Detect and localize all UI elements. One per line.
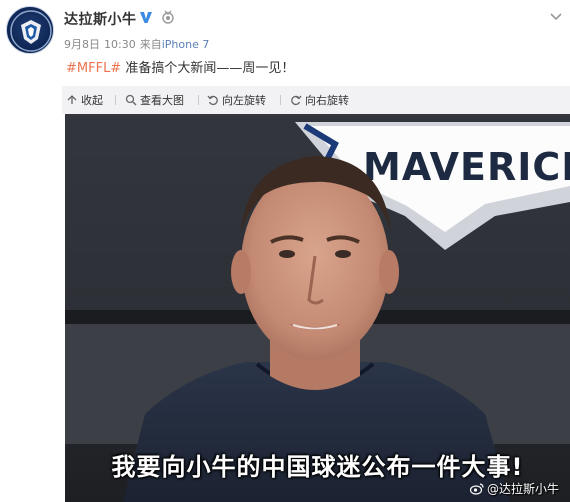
- verified-v-icon: [138, 9, 154, 25]
- post-time[interactable]: 10:30: [104, 38, 136, 51]
- background-logo-text: MAVERICKS: [363, 145, 570, 189]
- toolbar-divider: [198, 95, 199, 105]
- post-body: 准备搞个大新闻——周一见！: [125, 61, 295, 76]
- svg-text:MAVERICKS: MAVERICKS: [363, 145, 570, 189]
- chevron-down-icon[interactable]: [548, 8, 564, 24]
- post-date[interactable]: 9月8日: [64, 38, 100, 51]
- video-subtitle: 我要向小牛的中国球迷公布一件大事!: [111, 453, 524, 481]
- source-link[interactable]: iPhone 7: [162, 38, 210, 51]
- rotate-left-label: 向左旋转: [222, 94, 266, 107]
- mavericks-logo-icon: [10, 10, 52, 52]
- collapse-icon: [67, 95, 77, 104]
- rotate-right-label: 向右旋转: [305, 94, 349, 107]
- magnifier-icon: [125, 94, 137, 106]
- weibo-watermark: @达拉斯小牛: [470, 480, 559, 497]
- photo-scene: MAVERICKS: [65, 114, 570, 502]
- source-prefix: 来自: [139, 38, 162, 51]
- toolbar-divider: [280, 95, 281, 105]
- toolbar-divider: [115, 95, 116, 105]
- media-toolbar: 收起 查看大图 向左旋转 向右旋转: [62, 86, 570, 114]
- watermark-text: @达拉斯小牛: [487, 482, 560, 496]
- collapse-label: 收起: [81, 94, 103, 107]
- post-meta: 9月8日 10:30 来自iPhone 7: [64, 36, 209, 52]
- rotate-left-button[interactable]: 向左旋转: [207, 92, 266, 108]
- weibo-logo-icon: [470, 482, 484, 495]
- rotate-left-icon: [207, 95, 218, 106]
- view-large-label: 查看大图: [140, 94, 184, 107]
- collapse-button[interactable]: 收起: [66, 92, 103, 108]
- avatar[interactable]: [6, 6, 54, 54]
- post-text: #MFFL# 准备搞个大新闻——周一见！: [66, 57, 294, 76]
- post-header: 达拉斯小牛 9月8日 10:30 来自iPhone 7 #MFFL# 准备搞个大新闻…: [0, 0, 570, 90]
- rotate-right-button[interactable]: 向右旋转: [290, 92, 349, 108]
- user-name[interactable]: 达拉斯小牛: [64, 9, 137, 29]
- hashtag-link[interactable]: #MFFL#: [66, 61, 121, 76]
- rotate-right-icon: [291, 95, 302, 106]
- view-large-button[interactable]: 查看大图: [125, 92, 184, 108]
- post-image[interactable]: MAVERICKS 我要向小牛的中国球迷公布一件大事!: [65, 114, 570, 502]
- medal-icon[interactable]: [160, 9, 176, 25]
